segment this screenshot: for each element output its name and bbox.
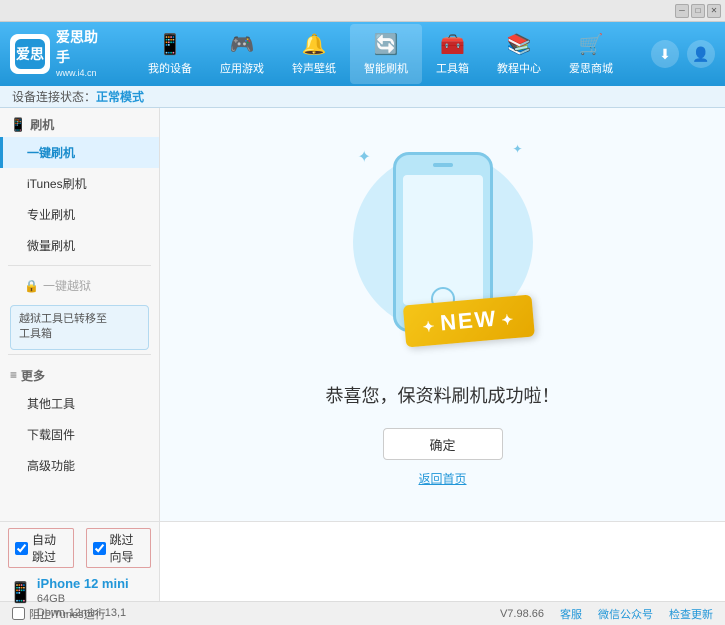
- left-bottom: 自动跳过 跳过向导 📱 iPhone 12 mini 64GB Down-12m…: [0, 521, 160, 601]
- nav-items: 📱 我的设备 🎮 应用游戏 🔔 铃声壁纸 🔄 智能刷机 🧰 工具箱 📚 教程中心 🛒 爱思商城: [110, 24, 651, 84]
- sparkle-1: ✦: [358, 147, 371, 167]
- device-phone-icon: 📱: [8, 580, 33, 605]
- nav-icon-apps-games: 🎮: [230, 32, 255, 57]
- nav-label-my-device: 我的设备: [148, 60, 192, 76]
- auto-jump-label: 自动跳过: [32, 531, 67, 565]
- sidebar-item-download-firmware[interactable]: 下载固件: [0, 419, 159, 450]
- download-button[interactable]: ⬇: [651, 40, 679, 68]
- sidebar-divider-2: [8, 354, 151, 355]
- sidebar-section-more: ≡ 更多: [0, 359, 159, 388]
- nav-icon-my-device: 📱: [158, 32, 183, 57]
- nav-item-apps-games[interactable]: 🎮 应用游戏: [206, 24, 278, 84]
- sidebar-item-other-tools[interactable]: 其他工具: [0, 388, 159, 419]
- nav-label-store: 爱思商城: [569, 60, 613, 76]
- jailbreak-note: 越狱工具已转移至工具箱: [10, 305, 149, 350]
- close-button[interactable]: ✕: [707, 4, 721, 18]
- phone-illustration: ✦ ✦ ✦ NEW: [343, 142, 543, 362]
- title-bar-buttons: ─ □ ✕: [675, 4, 721, 18]
- nav-item-toolbox[interactable]: 🧰 工具箱: [422, 24, 483, 84]
- logo-name: 爱思助手: [56, 28, 110, 67]
- nav-label-tutorials: 教程中心: [497, 60, 541, 76]
- nav-icon-store: 🛒: [579, 32, 604, 57]
- auto-jump-checkbox[interactable]: [15, 542, 28, 555]
- title-bar: ─ □ ✕: [0, 0, 725, 22]
- more-section-icon: ≡: [10, 368, 17, 382]
- nav-item-my-device[interactable]: 📱 我的设备: [134, 24, 206, 84]
- account-button[interactable]: 👤: [687, 40, 715, 68]
- sidebar-item-micro-flash[interactable]: 微量刷机: [0, 230, 159, 261]
- block-itunes-label: 阻止iTunes运行: [29, 606, 106, 622]
- phone-speaker: [433, 163, 453, 167]
- minimize-button[interactable]: ─: [675, 4, 689, 18]
- nav-item-store[interactable]: 🛒 爱思商城: [555, 24, 627, 84]
- header-actions: ⬇ 👤: [651, 40, 715, 68]
- confirm-button[interactable]: 确定: [383, 428, 503, 460]
- sidebar-section-flash: 📱 刷机: [0, 108, 159, 137]
- nav-label-smart-flash: 智能刷机: [364, 60, 408, 76]
- nav-item-ringtones[interactable]: 🔔 铃声壁纸: [278, 24, 350, 84]
- check-update-link[interactable]: 检查更新: [669, 606, 713, 622]
- device-storage: 64GB: [37, 593, 129, 605]
- sidebar-item-pro-flash[interactable]: 专业刷机: [0, 199, 159, 230]
- logo-inner: 爱思: [15, 39, 45, 69]
- status-bar-right: V7.98.66 客服 微信公众号 检查更新: [500, 606, 713, 622]
- skip-wizard-label: 跳过向导: [110, 531, 145, 565]
- more-section-label: 更多: [21, 367, 45, 384]
- nav-icon-ringtones: 🔔: [302, 32, 327, 57]
- success-title: 恭喜您，保资料刷机成功啦！: [326, 382, 560, 408]
- connection-status-bar: 设备连接状态： 正常模式: [0, 86, 725, 108]
- nav-icon-smart-flash: 🔄: [374, 32, 399, 57]
- version-label: V7.98.66: [500, 608, 544, 620]
- logo-text: 爱思助手 www.i4.cn: [56, 28, 110, 80]
- flash-section-label: 刷机: [30, 116, 54, 133]
- auto-jump-checkbox-label[interactable]: 自动跳过: [8, 528, 74, 568]
- logo-icon: 爱思: [10, 34, 50, 74]
- device-checkboxes: 自动跳过 跳过向导: [8, 528, 151, 568]
- nav-item-smart-flash[interactable]: 🔄 智能刷机: [350, 24, 422, 84]
- bottom-right: [160, 521, 725, 601]
- connection-status-label: 设备连接状态：: [12, 88, 96, 105]
- sidebar: 📱 刷机 一键刷机 iTunes刷机 专业刷机 微量刷机 🔒 一键越狱 越狱工具…: [0, 108, 160, 521]
- nav-label-toolbox: 工具箱: [436, 60, 469, 76]
- lock-icon: 🔒: [24, 279, 39, 293]
- block-itunes-checkbox[interactable]: [12, 607, 25, 620]
- maximize-button[interactable]: □: [691, 4, 705, 18]
- nav-label-apps-games: 应用游戏: [220, 60, 264, 76]
- status-bar-left: 阻止iTunes运行: [12, 606, 106, 622]
- sparkle-2: ✦: [512, 142, 522, 156]
- customer-service-link[interactable]: 客服: [560, 606, 582, 622]
- content-area: ✦ ✦ ✦ NEW 恭喜您，保资料刷机成功啦！ 确定 返回首页: [160, 108, 725, 521]
- connection-status-value: 正常模式: [96, 88, 144, 105]
- nav-icon-toolbox: 🧰: [440, 32, 465, 57]
- wechat-official-link[interactable]: 微信公众号: [598, 606, 653, 622]
- logo-area: 爱思 爱思助手 www.i4.cn: [10, 28, 110, 80]
- bottom-row: 自动跳过 跳过向导 📱 iPhone 12 mini 64GB Down-12m…: [0, 521, 725, 601]
- back-link[interactable]: 返回首页: [418, 470, 466, 487]
- skip-wizard-checkbox[interactable]: [93, 542, 106, 555]
- flash-section-icon: 📱: [10, 117, 26, 133]
- sidebar-item-advanced[interactable]: 高级功能: [0, 450, 159, 481]
- header: 爱思 爱思助手 www.i4.cn 📱 我的设备 🎮 应用游戏 🔔 铃声壁纸 🔄 智能刷机 🧰 工…: [0, 22, 725, 86]
- logo-url: www.i4.cn: [56, 67, 110, 80]
- nav-item-tutorials[interactable]: 📚 教程中心: [483, 24, 555, 84]
- skip-wizard-checkbox-label[interactable]: 跳过向导: [86, 528, 152, 568]
- sidebar-item-jailbreak-disabled: 🔒 一键越狱: [0, 270, 159, 301]
- phone-screen: [403, 175, 483, 305]
- sidebar-item-one-click-flash[interactable]: 一键刷机: [0, 137, 159, 168]
- device-name: iPhone 12 mini: [37, 576, 129, 591]
- sidebar-divider-1: [8, 265, 151, 266]
- logo-text-icon: 爱思: [16, 44, 44, 64]
- nav-icon-tutorials: 📚: [507, 32, 532, 57]
- nav-label-ringtones: 铃声壁纸: [292, 60, 336, 76]
- jailbreak-label: 一键越狱: [43, 277, 91, 294]
- main-container: 📱 刷机 一键刷机 iTunes刷机 专业刷机 微量刷机 🔒 一键越狱 越狱工具…: [0, 108, 725, 521]
- sidebar-item-itunes-flash[interactable]: iTunes刷机: [0, 168, 159, 199]
